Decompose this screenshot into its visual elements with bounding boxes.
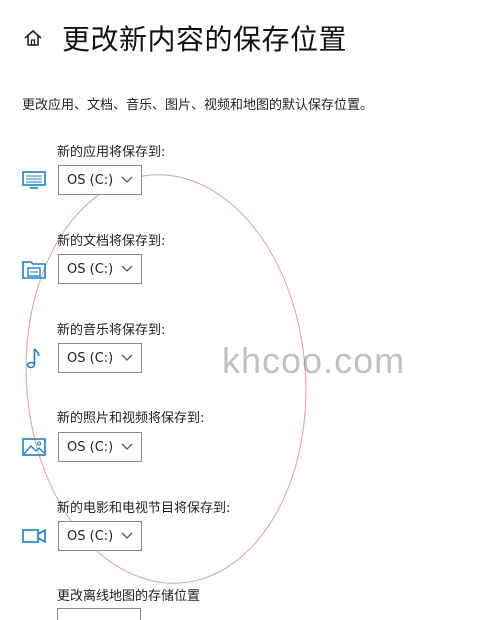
photos-save-row: OS (C:) (20, 432, 142, 462)
music-save-row: OS (C:) (20, 343, 142, 373)
documents-save-row: OS (C:) (20, 254, 142, 284)
photos-save-label: 新的照片和视频将保存到: (57, 411, 205, 426)
photos-drive-value: OS (C:) (67, 439, 114, 455)
movies-drive-select[interactable]: OS (C:) (58, 521, 142, 551)
chevron-down-icon (121, 443, 133, 450)
apps-save-row: OS (C:) (20, 165, 142, 195)
home-icon[interactable] (22, 27, 44, 49)
picture-icon (20, 435, 48, 459)
apps-save-label: 新的应用将保存到: (57, 145, 166, 160)
chevron-down-icon (121, 265, 133, 272)
documents-drive-value: OS (C:) (67, 261, 114, 277)
music-save-label: 新的音乐将保存到: (57, 323, 166, 338)
documents-save-label: 新的文档将保存到: (57, 234, 166, 249)
page-header: 更改新内容的保存位置 (22, 18, 347, 58)
watermark: khcoo.com (222, 340, 406, 381)
chevron-down-icon (121, 354, 133, 361)
page-description: 更改应用、文档、音乐、图片、视频和地图的默认保存位置。 (22, 98, 374, 113)
music-drive-select[interactable]: OS (C:) (58, 343, 142, 373)
folder-icon (20, 257, 48, 281)
movies-drive-value: OS (C:) (67, 528, 114, 544)
monitor-icon (20, 168, 48, 192)
apps-drive-select[interactable]: OS (C:) (58, 165, 142, 195)
music-drive-value: OS (C:) (67, 350, 114, 366)
offline-maps-drive-select[interactable] (57, 608, 141, 620)
chevron-down-icon (121, 176, 133, 183)
video-camera-icon (20, 524, 48, 548)
offline-maps-link[interactable]: 更改离线地图的存储位置 (57, 585, 200, 604)
movies-save-label: 新的电影和电视节目将保存到: (57, 501, 231, 516)
movies-save-row: OS (C:) (20, 521, 142, 551)
page-title: 更改新内容的保存位置 (62, 23, 348, 56)
documents-drive-select[interactable]: OS (C:) (58, 254, 142, 284)
chevron-down-icon (121, 532, 133, 539)
music-note-icon (20, 346, 48, 370)
apps-drive-value: OS (C:) (67, 172, 114, 188)
photos-drive-select[interactable]: OS (C:) (58, 432, 142, 462)
